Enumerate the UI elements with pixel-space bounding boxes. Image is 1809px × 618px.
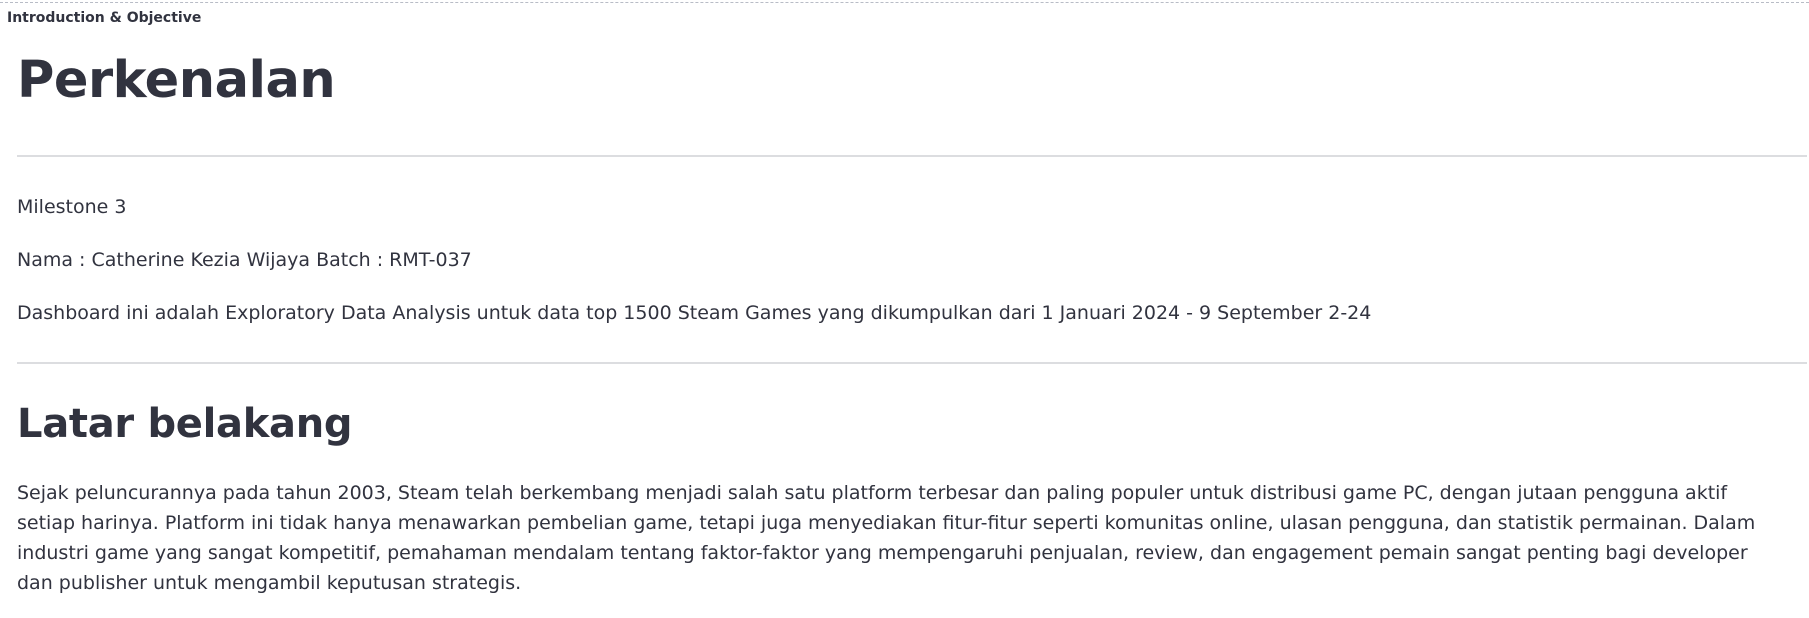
dashboard-description: Dashboard ini adalah Exploratory Data An… (17, 302, 1372, 324)
author-batch-text: Nama : Catherine Kezia Wijaya Batch : RM… (17, 249, 472, 271)
divider-top (17, 155, 1807, 157)
section-label: Introduction & Objective (7, 10, 202, 26)
background-heading: Latar belakang (17, 401, 353, 447)
top-dashed-border (0, 2, 1809, 3)
background-paragraph: Sejak peluncurannya pada tahun 2003, Ste… (17, 482, 1756, 594)
divider-middle (17, 362, 1807, 364)
page-title: Perkenalan (17, 51, 336, 110)
milestone-text: Milestone 3 (17, 196, 127, 218)
